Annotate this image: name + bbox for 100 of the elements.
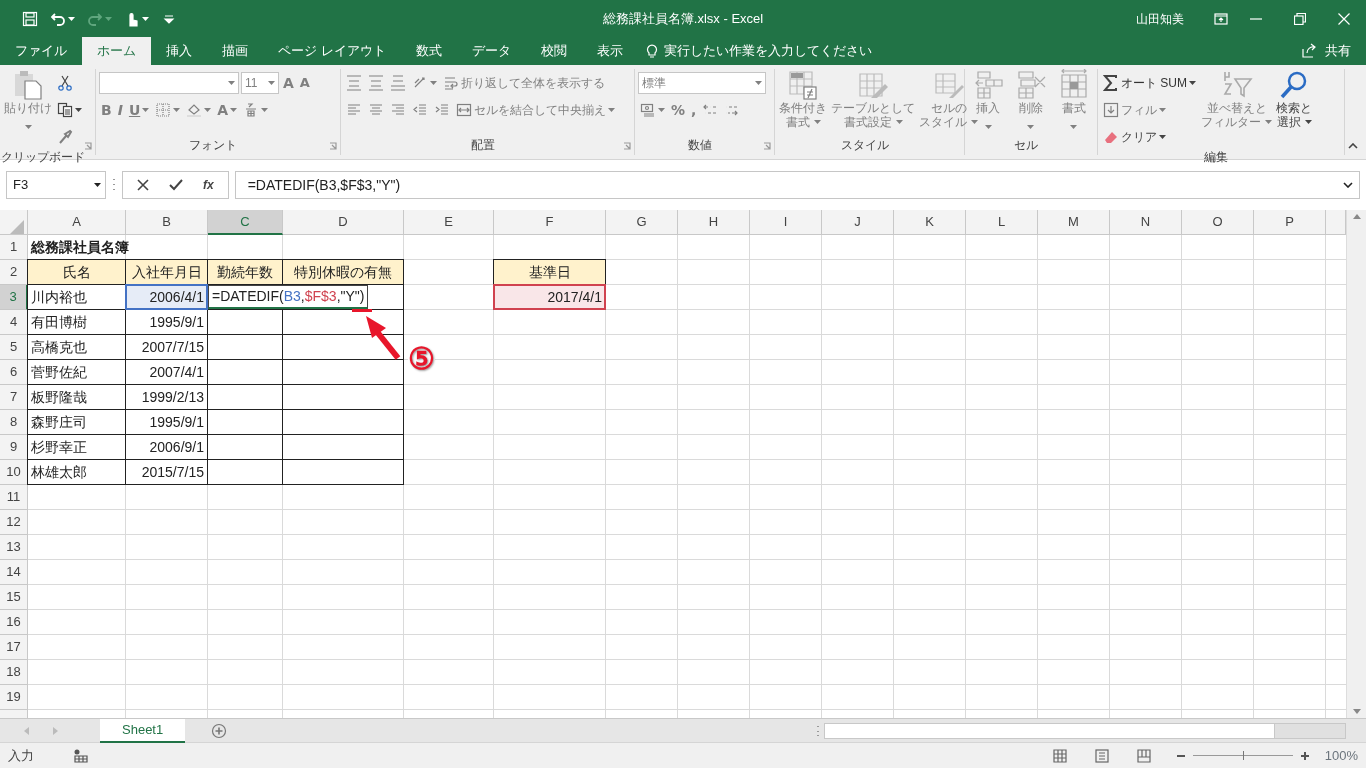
column-header[interactable]: J	[822, 210, 894, 235]
caret-icon	[94, 183, 101, 187]
column-header[interactable]: O	[1182, 210, 1254, 235]
scissors-icon	[57, 75, 73, 91]
group-label: フォント	[188, 137, 238, 153]
caret-icon	[268, 81, 275, 85]
horizontal-scrollbar[interactable]	[824, 722, 1346, 739]
cell-editor[interactable]: =DATEDIF(B3,$F$3,"Y")	[208, 285, 369, 309]
merge-icon	[456, 102, 472, 118]
window-title: 総務課社員名簿.xlsx - Excel	[602, 11, 764, 26]
ribbon-tab[interactable]: ホーム	[82, 37, 151, 65]
arrow	[366, 316, 401, 360]
row-header[interactable]: 13	[0, 535, 28, 560]
row-header[interactable]: 11	[0, 485, 28, 510]
row-header[interactable]: 7	[0, 385, 28, 410]
clear-button[interactable]: クリア	[1101, 126, 1168, 148]
ribbon-tab[interactable]: 数式	[400, 37, 457, 65]
share-icon	[1301, 43, 1317, 59]
column-header[interactable]: L	[966, 210, 1038, 235]
column-header[interactable]: C	[208, 210, 283, 235]
paint-bucket-icon	[186, 102, 203, 118]
tell-me-field[interactable]: 実行したい作業を入力してください	[661, 40, 892, 62]
insert-function-button[interactable]: fx	[201, 174, 216, 196]
find-button[interactable]: 検索と 選択	[1275, 69, 1313, 129]
row-header[interactable]: 2	[0, 260, 28, 285]
page-break-icon	[1136, 748, 1151, 763]
sheet-tab[interactable]: Sheet1	[100, 718, 186, 743]
outdent-icon	[412, 102, 428, 118]
column-header[interactable]: D	[283, 210, 404, 235]
share-button[interactable]: 共有	[1286, 37, 1366, 65]
row-header[interactable]: 17	[0, 635, 28, 660]
row-header[interactable]: 19	[0, 685, 28, 710]
row-header[interactable]: 12	[0, 510, 28, 535]
align-top-icon	[346, 75, 362, 91]
column-header[interactable]: N	[1110, 210, 1182, 235]
column-header[interactable]: G	[606, 210, 678, 235]
row-header[interactable]: 15	[0, 585, 28, 610]
user-name: 山田知美	[1136, 10, 1184, 28]
caret-icon	[228, 81, 235, 85]
ribbon-display-icon	[1214, 12, 1228, 25]
page-icon	[1094, 748, 1109, 763]
select-all-button[interactable]	[0, 210, 28, 235]
row-header[interactable]: 18	[0, 660, 28, 685]
ribbon-tab[interactable]: 描画	[207, 37, 263, 65]
column-heading-cell: 勤続年数	[207, 259, 283, 285]
eraser-icon	[1103, 129, 1119, 145]
column-header[interactable]: A	[28, 210, 126, 235]
name-box[interactable]: F3	[6, 171, 106, 199]
macro-record-icon	[74, 748, 88, 763]
column-header[interactable]: B	[126, 210, 208, 235]
ribbon-tab[interactable]: 校閲	[525, 37, 582, 65]
save-icon	[22, 10, 38, 27]
plus-icon	[1300, 751, 1309, 760]
border-icon	[155, 102, 172, 118]
ribbon-tab[interactable]: 表示	[581, 37, 638, 65]
vertical-scrollbar[interactable]	[1346, 210, 1366, 718]
close-icon	[1338, 12, 1350, 25]
ribbon-tab[interactable]: ファイル	[0, 37, 82, 65]
column-header[interactable]: I	[750, 210, 822, 235]
expand-icon	[1343, 182, 1353, 188]
column-header[interactable]: K	[894, 210, 966, 235]
fill-down-icon	[1103, 102, 1119, 118]
caret-icon	[755, 81, 762, 85]
ribbon-tab[interactable]: データ	[456, 37, 526, 65]
brush-icon	[57, 129, 73, 145]
ribbon-tab[interactable]: 挿入	[151, 37, 207, 65]
row-header[interactable]: 9	[0, 435, 28, 460]
row-header[interactable]: 14	[0, 560, 28, 585]
row-header[interactable]: 5	[0, 335, 28, 360]
column-heading-cell: 氏名	[27, 259, 126, 285]
row-header[interactable]: 8	[0, 410, 28, 435]
previous-sheet-icon	[24, 726, 29, 735]
table-cell: 2006/4/1	[125, 284, 208, 310]
delete-cells-icon	[1015, 69, 1047, 101]
row-header[interactable]: 3	[0, 285, 28, 310]
row-header[interactable]: 16	[0, 610, 28, 635]
group-label: 配置	[469, 137, 496, 153]
copy-icon	[57, 102, 73, 118]
group-label: クリップボード	[0, 149, 85, 165]
column-header[interactable]: H	[678, 210, 750, 235]
row-header[interactable]: 6	[0, 360, 28, 385]
chevron-up-icon	[1348, 143, 1358, 149]
column-header[interactable]: M	[1038, 210, 1110, 235]
column-header[interactable]: P	[1254, 210, 1326, 235]
column-heading-cell: 特別休暇の有無	[282, 259, 404, 285]
row-header[interactable]: 1	[0, 235, 28, 260]
next-sheet-icon	[53, 726, 58, 735]
redo-icon	[87, 10, 103, 27]
column-header[interactable]: F	[494, 210, 606, 235]
formula-field[interactable]: =DATEDIF(B3,$F$3,"Y")	[234, 171, 1360, 199]
autosum-button[interactable]: オート SUM	[1101, 72, 1198, 94]
row-header[interactable]: 10	[0, 460, 28, 485]
column-heading-cell: 入社年月日	[125, 259, 208, 285]
align-bottom-icon	[390, 75, 406, 91]
column-header[interactable]: E	[404, 210, 494, 235]
undo-icon	[50, 10, 66, 27]
clipboard-icon	[12, 69, 44, 101]
row-header[interactable]: 4	[0, 310, 28, 335]
minimize-icon	[1250, 17, 1262, 20]
ribbon-tab[interactable]: ページ レイアウト	[263, 37, 401, 65]
